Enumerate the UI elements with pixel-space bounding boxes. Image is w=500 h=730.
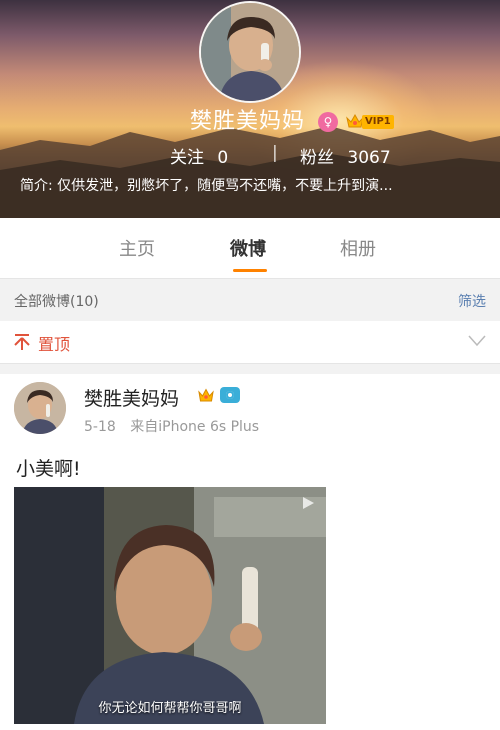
fans-count: 3067: [347, 148, 391, 168]
post-meta: 5-18 来自iPhone 6s Plus: [84, 416, 259, 436]
post-source: 来自iPhone 6s Plus: [130, 419, 260, 435]
tab-home[interactable]: 主页: [119, 235, 155, 261]
vip-badge: VIP1: [362, 115, 394, 129]
filter-bar: 全部微博(10) 筛选: [0, 278, 500, 322]
fans-stat[interactable]: 粉丝 3067: [300, 143, 391, 168]
video-frame: [14, 487, 326, 724]
profile-avatar[interactable]: [199, 1, 301, 103]
post-date: 5-18: [84, 419, 116, 435]
play-icon[interactable]: [298, 495, 318, 511]
profile-bio: 简介: 仅供发泄，别憋坏了，随便骂不还嘴，不要上升到演...: [20, 178, 393, 194]
active-tab-indicator: [233, 269, 267, 272]
follow-count: 0: [217, 148, 229, 168]
weibo-post: 樊胜美妈妈 5-18 来自iPhone 6s Plus 小美啊! 你无论如何帮帮…: [0, 374, 500, 730]
tab-album[interactable]: 相册: [340, 235, 376, 261]
stats-divider: |: [272, 143, 278, 163]
profile-tabs: 主页 微博 相册: [0, 218, 500, 276]
tab-weibo[interactable]: 微博: [230, 235, 266, 261]
follow-label: 关注: [170, 148, 204, 168]
pinned-label: 置顶: [38, 335, 71, 354]
female-icon: ♀: [318, 112, 338, 132]
post-author-name[interactable]: 樊胜美妈妈: [84, 384, 179, 411]
video-subtitle: 你无论如何帮帮你哥哥啊: [98, 701, 242, 716]
pinned-row[interactable]: 置顶: [0, 321, 500, 364]
section-gap: [0, 364, 500, 374]
crown-icon: [198, 388, 214, 402]
name-row: 樊胜美妈妈 ♀ VIP1: [0, 107, 500, 139]
all-posts-count: 全部微博(10): [14, 294, 99, 310]
post-video[interactable]: 你无论如何帮帮你哥哥啊: [14, 487, 326, 724]
filter-button[interactable]: 筛选: [458, 291, 486, 311]
post-author-avatar[interactable]: [14, 382, 66, 434]
pin-icon: [14, 334, 30, 350]
profile-cover: 樊胜美妈妈 ♀ VIP1 关注 0 | 粉丝 3067 简介: 仅供发泄，别憋坏…: [0, 0, 500, 218]
chevron-down-icon[interactable]: [468, 335, 486, 347]
post-text: 小美啊!: [16, 458, 81, 480]
camera-badge-icon: [220, 387, 240, 403]
follow-stat[interactable]: 关注 0: [170, 143, 228, 168]
fans-label: 粉丝: [300, 148, 334, 168]
profile-stats: 关注 0 | 粉丝 3067: [0, 143, 500, 169]
profile-username: 樊胜美妈妈: [190, 109, 306, 134]
